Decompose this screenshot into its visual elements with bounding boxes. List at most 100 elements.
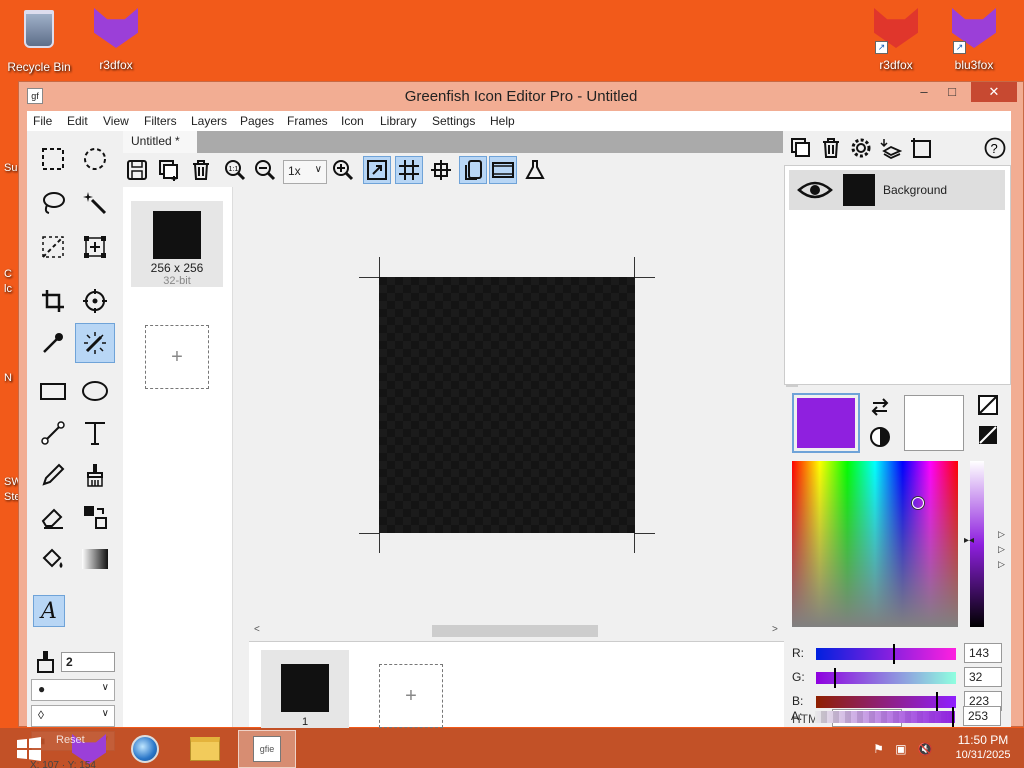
transform-tool[interactable] bbox=[75, 227, 115, 267]
add-page-button[interactable]: + bbox=[145, 325, 209, 389]
rectangle-tool[interactable] bbox=[33, 371, 73, 411]
pixel-grid-toggle[interactable] bbox=[395, 156, 423, 184]
retouch-tool[interactable] bbox=[75, 323, 115, 363]
center-grid-toggle[interactable] bbox=[427, 156, 455, 184]
hue-saturation-picker[interactable] bbox=[792, 461, 958, 627]
scroll-thumb[interactable] bbox=[432, 625, 598, 637]
red-value-input[interactable]: 143 bbox=[964, 643, 1002, 663]
canvas-area[interactable] bbox=[234, 187, 784, 627]
minimize-button[interactable]: – bbox=[911, 82, 937, 102]
luminance-slider[interactable]: ▸◂ bbox=[964, 461, 984, 627]
pencil-tool[interactable] bbox=[33, 455, 73, 495]
menu-frames[interactable]: Frames bbox=[287, 114, 328, 128]
slider-marker[interactable] bbox=[952, 707, 954, 727]
system-tray[interactable]: ⚑ ▣ 🔇 bbox=[868, 730, 942, 768]
inverted-color-button[interactable] bbox=[974, 421, 1002, 449]
tile-mode-toggle[interactable] bbox=[459, 156, 487, 184]
taskbar-file-explorer[interactable] bbox=[176, 730, 234, 768]
clock-date[interactable]: 10/31/2025 bbox=[948, 749, 1018, 761]
desktop-icon-blu3fox[interactable]: ↗ blu3fox bbox=[938, 6, 1010, 72]
slider-marker[interactable] bbox=[893, 644, 895, 664]
merge-layers-button[interactable] bbox=[877, 134, 905, 162]
green-value-input[interactable]: 32 bbox=[964, 667, 1002, 687]
gradient-tool[interactable] bbox=[75, 539, 115, 579]
image-canvas[interactable] bbox=[379, 277, 635, 533]
fit-view-toggle[interactable] bbox=[363, 156, 391, 184]
close-button[interactable]: ✕ bbox=[971, 82, 1017, 102]
title-bar[interactable]: gf Greenfish Icon Editor Pro - Untitled … bbox=[19, 82, 1023, 111]
swap-colors-button[interactable] bbox=[866, 393, 894, 421]
luminance-marker-icon[interactable]: ▸◂ bbox=[964, 535, 974, 546]
primary-color-swatch[interactable] bbox=[792, 393, 860, 453]
help-button[interactable]: ? bbox=[981, 134, 1009, 162]
maximize-button[interactable]: □ bbox=[939, 82, 965, 102]
magic-wand-tool[interactable] bbox=[75, 183, 115, 223]
desktop-icon-r3dfox-shortcut[interactable]: ↗ r3dfox bbox=[860, 6, 932, 72]
clock-time[interactable]: 11:50 PM bbox=[948, 733, 1018, 747]
crop-tool[interactable] bbox=[33, 281, 73, 321]
new-layer-button[interactable] bbox=[787, 134, 815, 162]
zoom-out-button[interactable] bbox=[251, 156, 279, 184]
transparent-color-button[interactable] bbox=[974, 391, 1002, 419]
menu-edit[interactable]: Edit bbox=[67, 114, 88, 128]
color-picker-tool[interactable] bbox=[33, 323, 73, 363]
menu-pages[interactable]: Pages bbox=[240, 114, 274, 128]
eraser-tool[interactable] bbox=[33, 497, 73, 537]
slider-marker[interactable] bbox=[834, 668, 836, 688]
save-button[interactable] bbox=[123, 156, 151, 184]
color-replace-tool[interactable] bbox=[75, 497, 115, 537]
picker-cursor[interactable] bbox=[912, 497, 924, 509]
line-tool[interactable] bbox=[33, 413, 73, 453]
fill-tool[interactable] bbox=[33, 539, 73, 579]
scroll-left-arrow-icon[interactable]: < bbox=[254, 624, 260, 635]
frame-thumbnail[interactable]: 1 bbox=[261, 650, 349, 728]
test-button[interactable] bbox=[521, 156, 549, 184]
menu-icon[interactable]: Icon bbox=[341, 114, 364, 128]
lasso-tool[interactable] bbox=[33, 183, 73, 223]
horizontal-scrollbar[interactable]: < > bbox=[252, 623, 784, 639]
red-slider[interactable] bbox=[816, 644, 956, 664]
preview-toggle[interactable] bbox=[489, 156, 517, 184]
freehand-select-tool[interactable] bbox=[33, 227, 73, 267]
zoom-actual-button[interactable]: 1:1 bbox=[221, 156, 249, 184]
brush-softness-select[interactable]: ◊ ∨ bbox=[31, 705, 115, 727]
brush-tool[interactable] bbox=[75, 455, 115, 495]
brush-size-input[interactable]: 2 bbox=[61, 652, 115, 672]
green-slider[interactable] bbox=[816, 668, 956, 688]
menu-view[interactable]: View bbox=[103, 114, 129, 128]
menu-filters[interactable]: Filters bbox=[144, 114, 177, 128]
taskbar-browser[interactable] bbox=[116, 730, 174, 768]
delete-layer-button[interactable] bbox=[817, 134, 845, 162]
layer-row[interactable]: Background bbox=[789, 170, 1005, 210]
menu-layers[interactable]: Layers bbox=[191, 114, 227, 128]
alpha-slider[interactable] bbox=[815, 707, 955, 727]
menu-library[interactable]: Library bbox=[380, 114, 417, 128]
zoom-in-button[interactable] bbox=[329, 156, 357, 184]
brush-shape-select[interactable]: ● ∨ bbox=[31, 679, 115, 701]
desktop-icon-r3dfox[interactable]: r3dfox bbox=[80, 6, 152, 72]
menu-file[interactable]: File bbox=[33, 114, 52, 128]
layer-properties-button[interactable] bbox=[847, 134, 875, 162]
alpha-value-input[interactable]: 253 bbox=[963, 706, 1001, 726]
desktop-icon-recycle-bin[interactable]: Recycle Bin bbox=[3, 6, 75, 74]
expand-arrow-icon[interactable]: ▷ ▷ ▷ bbox=[998, 527, 1005, 572]
delete-page-button[interactable] bbox=[187, 156, 215, 184]
zoom-select[interactable]: 1x ∨ bbox=[283, 160, 327, 184]
secondary-color-swatch[interactable] bbox=[904, 395, 964, 451]
menu-help[interactable]: Help bbox=[490, 114, 515, 128]
antialias-toggle[interactable]: A bbox=[33, 595, 65, 627]
scroll-right-arrow-icon[interactable]: > bbox=[772, 624, 778, 635]
ellipse-tool[interactable] bbox=[75, 371, 115, 411]
rect-select-tool[interactable] bbox=[33, 139, 73, 179]
text-tool[interactable] bbox=[75, 413, 115, 453]
page-thumbnail[interactable]: 256 x 256 32-bit bbox=[131, 201, 223, 287]
duplicate-page-button[interactable] bbox=[155, 156, 183, 184]
menu-settings[interactable]: Settings bbox=[432, 114, 475, 128]
ellipse-select-tool[interactable] bbox=[75, 139, 115, 179]
eye-icon[interactable] bbox=[797, 178, 833, 202]
add-frame-button[interactable]: + bbox=[379, 664, 443, 728]
taskbar-greenfish[interactable]: gfie bbox=[238, 730, 296, 768]
invert-toggle[interactable] bbox=[866, 423, 894, 451]
tab-untitled[interactable]: Untitled * bbox=[123, 131, 197, 153]
hotspot-tool[interactable] bbox=[75, 281, 115, 321]
